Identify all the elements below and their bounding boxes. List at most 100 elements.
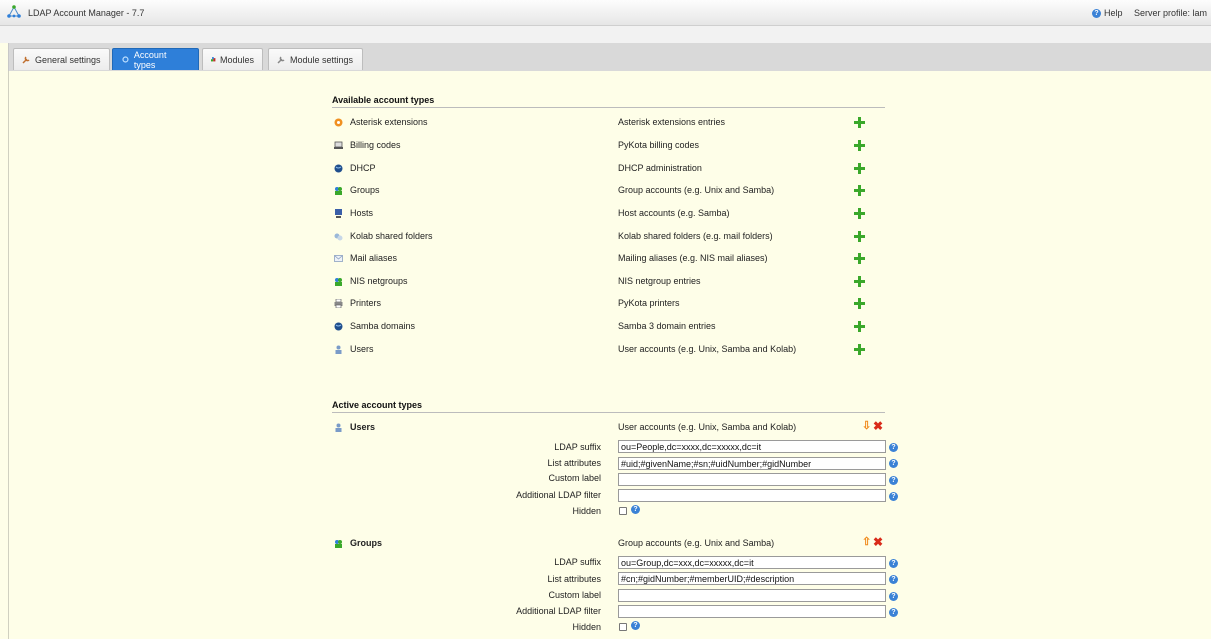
move-up-icon[interactable]: ⇧ bbox=[862, 537, 871, 548]
hidden-label: Hidden bbox=[572, 622, 601, 632]
list-item-name: Printers bbox=[350, 298, 382, 308]
folder-icon bbox=[334, 233, 343, 241]
active-type-name: Groups bbox=[350, 538, 383, 548]
tab-label: Account types bbox=[133, 49, 167, 70]
add-type-button[interactable] bbox=[854, 208, 865, 219]
add-type-button[interactable] bbox=[854, 117, 865, 128]
server-profile: Server profile: lam bbox=[1134, 8, 1208, 18]
help-icon[interactable]: ? bbox=[889, 459, 898, 468]
hidden-checkbox[interactable] bbox=[619, 507, 627, 515]
custom-label-input[interactable] bbox=[618, 473, 886, 486]
filter-label: Additional LDAP filter bbox=[516, 606, 601, 616]
help-icon[interactable]: ? bbox=[889, 443, 898, 452]
available-types-heading: Available account types bbox=[332, 95, 885, 108]
help-icon[interactable]: ? bbox=[889, 575, 898, 584]
main-content bbox=[8, 71, 1211, 639]
add-type-button[interactable] bbox=[854, 231, 865, 242]
help-icon[interactable]: ? bbox=[631, 621, 640, 630]
user-icon bbox=[335, 423, 342, 432]
help-icon[interactable]: ? bbox=[889, 559, 898, 568]
ldap-filter-input[interactable] bbox=[618, 605, 886, 618]
delete-type-icon[interactable]: ✖ bbox=[873, 420, 883, 432]
add-type-button[interactable] bbox=[854, 276, 865, 287]
tab-label: Modules bbox=[219, 54, 254, 65]
app-title: LDAP Account Manager - 7.7 bbox=[28, 8, 145, 18]
list-attributes-input[interactable] bbox=[618, 457, 886, 470]
ldap-filter-input[interactable] bbox=[618, 489, 886, 502]
dhcp-icon bbox=[334, 164, 343, 173]
gear-icon bbox=[122, 56, 129, 63]
list-item-name: NIS netgroups bbox=[350, 276, 408, 286]
hidden-checkbox[interactable] bbox=[619, 623, 627, 631]
list-item-name: Mail aliases bbox=[350, 253, 398, 263]
list-item-name: DHCP bbox=[350, 163, 376, 173]
list-item-name: Samba domains bbox=[350, 321, 416, 331]
help-link[interactable]: ? Help bbox=[1092, 8, 1123, 18]
list-item-desc: Host accounts (e.g. Samba) bbox=[618, 208, 730, 218]
list-item-name: Asterisk extensions bbox=[350, 117, 428, 127]
list-item-desc: Kolab shared folders (e.g. mail folders) bbox=[618, 231, 773, 241]
tab-label: General settings bbox=[35, 54, 101, 65]
tab-label: Module settings bbox=[290, 54, 354, 65]
add-type-button[interactable] bbox=[854, 163, 865, 174]
list-item-name: Groups bbox=[350, 185, 380, 195]
tab-account-types[interactable]: Account types bbox=[112, 48, 199, 70]
toolbar-strip bbox=[0, 26, 1211, 43]
group-icon bbox=[335, 187, 342, 195]
help-icon: ? bbox=[1092, 8, 1101, 18]
user-icon bbox=[335, 345, 342, 354]
app-logo-icon bbox=[7, 5, 21, 18]
active-type-desc: Group accounts (e.g. Unix and Samba) bbox=[618, 538, 775, 548]
list-item-name: Users bbox=[350, 344, 374, 354]
host-icon bbox=[335, 209, 342, 218]
add-type-button[interactable] bbox=[854, 321, 865, 332]
add-type-button[interactable] bbox=[854, 185, 865, 196]
title-bar: LDAP Account Manager - 7.7 ? Help Server… bbox=[0, 0, 1211, 26]
list-item-desc: User accounts (e.g. Unix, Samba and Kola… bbox=[618, 344, 797, 354]
help-icon[interactable]: ? bbox=[889, 476, 898, 485]
help-label: Help bbox=[1104, 8, 1123, 18]
help-icon[interactable]: ? bbox=[631, 505, 640, 514]
attributes-label: List attributes bbox=[547, 574, 601, 584]
delete-type-icon[interactable]: ✖ bbox=[873, 536, 883, 548]
hidden-label: Hidden bbox=[572, 506, 601, 516]
add-type-button[interactable] bbox=[854, 253, 865, 264]
help-icon[interactable]: ? bbox=[889, 608, 898, 617]
list-item-name: Billing codes bbox=[350, 140, 401, 150]
list-item-desc: NIS netgroup entries bbox=[618, 276, 701, 286]
add-type-button[interactable] bbox=[854, 298, 865, 309]
samba-icon bbox=[334, 322, 343, 331]
wrench-icon bbox=[22, 56, 30, 64]
attributes-label: List attributes bbox=[547, 458, 601, 468]
custom-label-label: Custom label bbox=[548, 590, 601, 600]
list-attributes-input[interactable] bbox=[618, 572, 886, 585]
asterisk-icon bbox=[334, 118, 343, 127]
list-item-desc: DHCP administration bbox=[618, 163, 702, 173]
custom-label-input[interactable] bbox=[618, 589, 886, 602]
list-item-desc: PyKota printers bbox=[618, 298, 680, 308]
modules-icon bbox=[211, 57, 216, 62]
billing-icon bbox=[334, 141, 343, 149]
move-down-icon[interactable]: ⇩ bbox=[862, 421, 871, 432]
filter-label: Additional LDAP filter bbox=[516, 490, 601, 500]
group-icon bbox=[335, 540, 342, 548]
netgroup-icon bbox=[335, 278, 342, 286]
help-icon[interactable]: ? bbox=[889, 592, 898, 601]
help-icon[interactable]: ? bbox=[889, 492, 898, 501]
list-item-desc: Asterisk extensions entries bbox=[618, 117, 726, 127]
add-type-button[interactable] bbox=[854, 344, 865, 355]
list-item-desc: Mailing aliases (e.g. NIS mail aliases) bbox=[618, 253, 768, 263]
suffix-label: LDAP suffix bbox=[554, 557, 601, 567]
custom-label-label: Custom label bbox=[548, 473, 601, 483]
ldap-suffix-input[interactable] bbox=[618, 440, 886, 453]
tab-general-settings[interactable]: General settings bbox=[13, 48, 110, 70]
wrench-icon bbox=[277, 56, 285, 64]
mail-icon bbox=[334, 255, 343, 262]
tab-module-settings[interactable]: Module settings bbox=[268, 48, 363, 70]
ldap-suffix-input[interactable] bbox=[618, 556, 886, 569]
list-item-desc: Group accounts (e.g. Unix and Samba) bbox=[618, 185, 775, 195]
list-item-desc: Samba 3 domain entries bbox=[618, 321, 716, 331]
list-item-name: Hosts bbox=[350, 208, 374, 218]
add-type-button[interactable] bbox=[854, 140, 865, 151]
tab-modules[interactable]: Modules bbox=[202, 48, 263, 70]
